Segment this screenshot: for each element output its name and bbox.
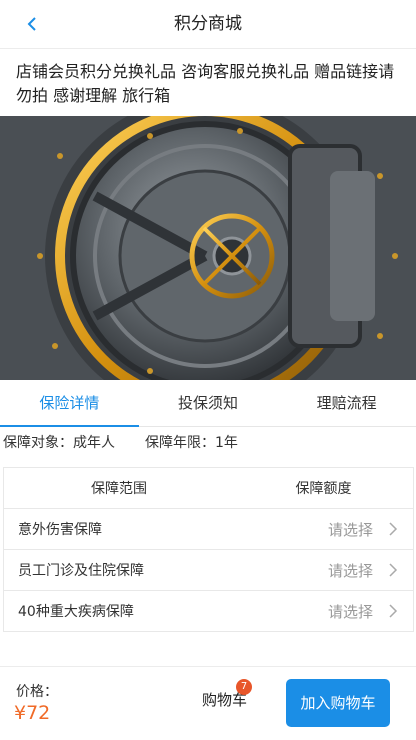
coverage-name: 意外伤害保障 [18, 522, 102, 538]
amount-select[interactable]: 请选择 [328, 601, 373, 622]
tab-purchase-notes[interactable]: 投保须知 [139, 380, 278, 426]
page-title: 积分商城 [174, 14, 242, 34]
amount-select[interactable]: 请选择 [328, 519, 373, 540]
amount-select[interactable]: 请选择 [328, 560, 373, 581]
table-header: 保障范围 保障额度 [4, 468, 413, 509]
chevron-right-icon [381, 563, 405, 577]
coverage-table: 保障范围 保障额度 意外伤害保障 请选择 员工门诊及住院保障 请选择 40种重大… [3, 467, 414, 632]
coverage-target: 保障对象：成年人 [3, 435, 115, 451]
product-banner-image [0, 116, 416, 380]
price-label: 价格： [16, 684, 58, 700]
table-row[interactable]: 员工门诊及住院保障 请选择 [4, 550, 413, 591]
chevron-right-icon [381, 604, 405, 618]
tab-claims-process[interactable]: 理赔流程 [277, 380, 416, 426]
cart-count-badge: 7 [236, 679, 252, 695]
header-coverage-amount: 保障额度 [295, 481, 352, 497]
tab-insurance-details[interactable]: 保险详情 [0, 380, 139, 427]
add-to-cart-button[interactable]: 加入购物车 [286, 679, 390, 727]
top-navigation-bar: 积分商城 [0, 0, 416, 49]
product-description: 店铺会员积分兑换礼品 咨询客服兑换礼品 赠品链接请勿拍 感谢理解 旅行箱 [16, 62, 395, 105]
coverage-name: 员工门诊及住院保障 [18, 563, 144, 579]
price-value: ¥72 [14, 702, 51, 724]
table-row[interactable]: 40种重大疾病保障 请选择 [4, 591, 413, 632]
coverage-name: 40种重大疾病保障 [18, 604, 134, 620]
table-row[interactable]: 意外伤害保障 请选择 [4, 509, 413, 550]
coverage-info: 保障对象：成年人 保障年限：1年 [0, 430, 238, 456]
header-coverage-scope: 保障范围 [91, 481, 147, 497]
detail-tabs: 保险详情 投保须知 理赔流程 [0, 380, 416, 427]
chevron-right-icon [381, 522, 405, 536]
coverage-term: 保障年限：1年 [145, 435, 238, 451]
bottom-action-bar: 价格： ¥72 购物车 7 加入购物车 [0, 666, 416, 740]
